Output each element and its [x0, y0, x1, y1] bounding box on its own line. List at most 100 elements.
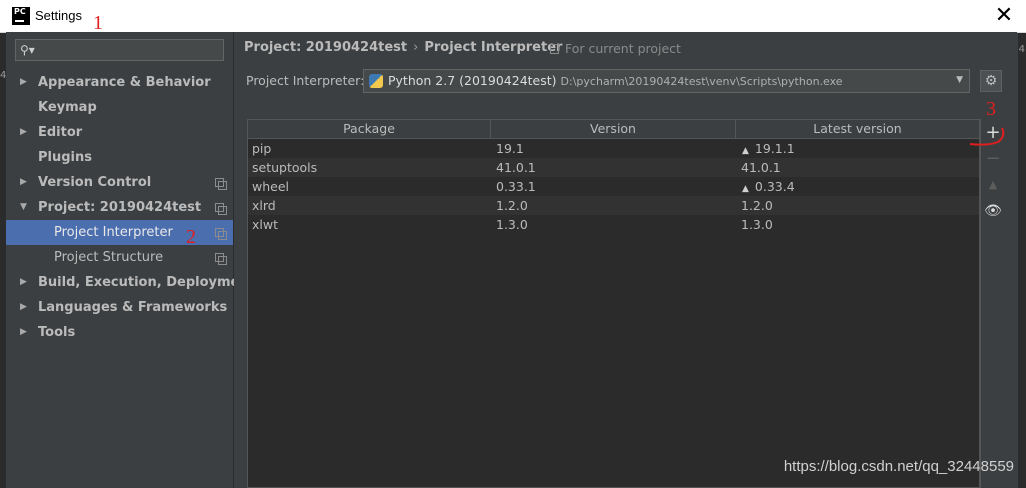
breadcrumb-separator: › [413, 40, 419, 55]
edge-glyph: 4 [1018, 44, 1025, 55]
chevron-right-icon[interactable]: ▶ [20, 270, 27, 295]
table-row[interactable]: xlwt 1.3.0 1.3.0 [248, 215, 979, 234]
cell-package-text: setuptools [252, 160, 318, 175]
chevron-right-icon[interactable]: ▶ [20, 170, 27, 195]
table-row[interactable]: xlrd 1.2.0 1.2.0 [248, 196, 979, 215]
annotation-mark [969, 127, 1005, 146]
interpreter-label: Project Interpreter: [246, 73, 365, 88]
cell-package-text: pip [252, 141, 272, 156]
chevron-right-icon[interactable]: ▶ [20, 295, 27, 320]
cell-package: setuptools [252, 158, 317, 177]
copy-icon [215, 228, 227, 240]
breadcrumb-project[interactable]: Project: 20190424test [244, 40, 407, 55]
cell-package-text: xlwt [252, 217, 278, 232]
copy-icon [215, 253, 227, 265]
remove-package-button[interactable]: − [981, 147, 1005, 171]
sidebar-item-languages-frameworks[interactable]: ▶ Languages & Frameworks [6, 295, 233, 320]
annotation-3: 3 [986, 98, 996, 120]
chevron-right-icon[interactable]: ▶ [20, 70, 27, 95]
sidebar-item-project-interpreter[interactable]: Project Interpreter [6, 220, 233, 245]
sidebar-item-project-20190424test[interactable]: ▼ Project: 20190424test [6, 195, 233, 220]
cell-latest-version-text: 1.2.0 [741, 198, 773, 213]
sidebar-item-label: Tools [38, 325, 76, 340]
cell-package: wheel [252, 177, 289, 196]
sidebar-item-keymap[interactable]: Keymap [6, 95, 233, 120]
upgrade-package-button[interactable]: ▲ [981, 173, 1005, 197]
cell-version: 19.1 [496, 139, 524, 158]
interpreter-name: Python 2.7 (20190424test) [388, 73, 557, 88]
chevron-down-icon[interactable]: ▼ [20, 195, 27, 220]
sidebar-item-label: Build, Execution, Deployment [38, 275, 255, 290]
sidebar-item-label: Plugins [38, 150, 92, 165]
settings-sidebar: ⚲▾ ▶ Appearance & Behavior Keymap ▶ Editor Pl… [6, 32, 255, 488]
search-icon[interactable]: ⚲▾ [20, 43, 35, 57]
settings-search-box[interactable]: ⚲▾ [15, 39, 224, 61]
cell-package: pip [252, 139, 271, 158]
upgrade-available-icon: ▲ [742, 184, 749, 194]
column-header-latest-version[interactable]: Latest version [736, 120, 979, 138]
cell-package: xlrd [252, 196, 276, 215]
sidebar-item-label: Keymap [38, 100, 97, 115]
copy-icon [550, 44, 559, 54]
table-row[interactable]: pip 19.1 ▲ 19.1.1 [248, 139, 979, 158]
copy-icon [215, 178, 227, 190]
cell-version: 0.33.1 [496, 177, 536, 196]
cell-package-text: wheel [252, 179, 289, 194]
search-input[interactable] [44, 41, 223, 61]
copy-icon [215, 203, 227, 215]
sidebar-item-label: Project Structure [54, 250, 164, 265]
watermark-url: https://blog.csdn.net/qq_32448559 [783, 458, 1014, 475]
sidebar-item-label: Version Control [38, 175, 152, 190]
column-header-package[interactable]: Package [248, 120, 491, 138]
cell-package: xlwt [252, 215, 278, 234]
show-early-releases-button[interactable]: 👁 [981, 199, 1005, 223]
cell-version: 1.3.0 [496, 215, 528, 234]
sidebar-item-tools[interactable]: ▶ Tools [6, 320, 233, 345]
cell-latest-version-text: 19.1.1 [754, 141, 795, 156]
cell-version: 1.2.0 [496, 196, 528, 215]
cell-version-text: 41.0.1 [496, 160, 536, 175]
cell-version-text: 0.33.1 [496, 179, 536, 194]
sidebar-item-version-control[interactable]: ▶ Version Control [6, 170, 233, 195]
interpreter-select[interactable]: Python 2.7 (20190424test) D:\pycharm\2019… [363, 69, 970, 93]
cell-latest-version: 41.0.1 [741, 158, 781, 177]
logo-text: PC [14, 7, 26, 16]
sidebar-item-plugins[interactable]: Plugins [6, 145, 233, 170]
sidebar-item-project-structure[interactable]: Project Structure [6, 245, 233, 270]
sidebar-item-appearance-behavior[interactable]: ▶ Appearance & Behavior [6, 70, 233, 95]
chevron-down-icon[interactable]: ▼ [956, 75, 963, 85]
annotation-2: 2 [186, 226, 196, 248]
cell-package-text: xlrd [252, 198, 276, 213]
column-header-version[interactable]: Version [491, 120, 736, 138]
cell-latest-version: 1.2.0 [741, 196, 773, 215]
gear-icon: ⚙ [984, 73, 998, 89]
packages-table: Package Version Latest version pip 19.1 ▲ 1… [247, 119, 980, 488]
sidebar-item-label: Languages & Frameworks [38, 300, 228, 315]
sidebar-item-label: Project Interpreter [54, 225, 173, 240]
packages-toolbar: + − ▲ 👁 [980, 119, 1005, 488]
cell-version-text: 19.1 [496, 141, 524, 156]
breadcrumb-page: Project Interpreter [424, 40, 563, 55]
window-title: Settings [35, 8, 82, 23]
pycharm-logo-icon: PC [12, 7, 30, 25]
table-row[interactable]: wheel 0.33.1 ▲ 0.33.4 [248, 177, 979, 196]
close-button[interactable]: ✕ [992, 4, 1016, 28]
settings-content: Project: 20190424test › Project Interprete… [234, 32, 1017, 488]
cell-latest-version: 1.3.0 [741, 215, 773, 234]
eye-icon: 👁 [984, 203, 1002, 219]
cell-version-text: 1.3.0 [496, 217, 528, 232]
interpreter-path: D:\pycharm\20190424test\venv\Scripts\pyt… [560, 75, 843, 88]
table-row[interactable]: setuptools 41.0.1 41.0.1 [248, 158, 979, 177]
chevron-right-icon[interactable]: ▶ [20, 120, 27, 145]
title-bar: PC Settings 1 ✕ [0, 0, 1026, 34]
breadcrumb: Project: 20190424test › Project Interprete… [244, 40, 562, 55]
upgrade-available-icon: ▲ [742, 146, 749, 156]
scope-hint-text: For current project [565, 41, 681, 56]
cell-latest-version-text: 1.3.0 [741, 217, 773, 232]
table-header: Package Version Latest version [248, 120, 979, 139]
interpreter-settings-button[interactable]: ⚙ [980, 70, 1002, 92]
chevron-right-icon[interactable]: ▶ [20, 320, 27, 345]
sidebar-item-build-execution-deployment[interactable]: ▶ Build, Execution, Deployment [6, 270, 255, 295]
scope-hint: For current project [550, 41, 681, 56]
sidebar-item-editor[interactable]: ▶ Editor [6, 120, 233, 145]
